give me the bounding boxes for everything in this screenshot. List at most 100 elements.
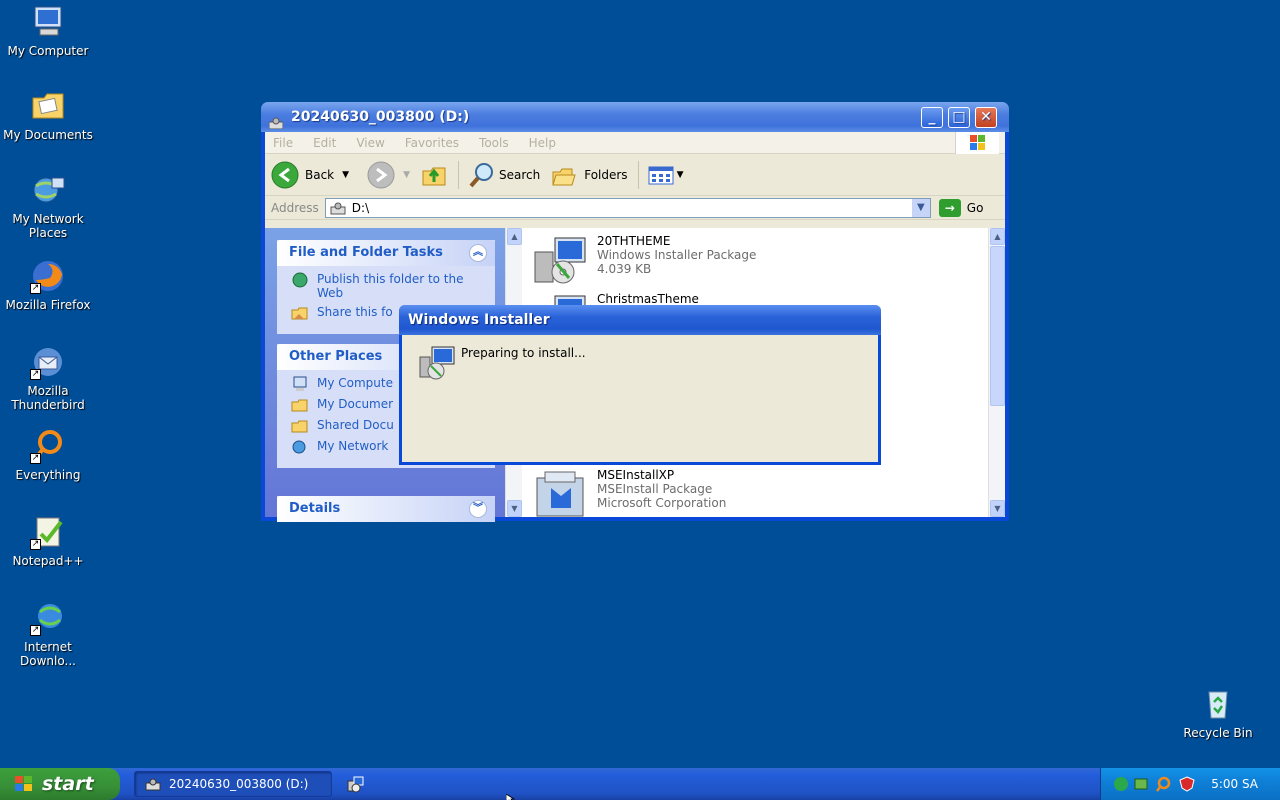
desktop-icon-recycle-bin[interactable]: Recycle Bin xyxy=(1170,686,1266,740)
search-button[interactable]: Search xyxy=(467,161,540,189)
taskbar: start 20240630_003800 (D:) 5:00 SA xyxy=(0,768,1280,800)
task-publish-web[interactable]: Publish this folder to the Web xyxy=(291,272,487,300)
installer-taskbar-icon[interactable] xyxy=(346,775,364,793)
scroll-down-icon[interactable]: ▼ xyxy=(507,500,522,517)
minimize-button[interactable]: _ xyxy=(921,107,943,128)
close-button[interactable]: ✕ xyxy=(975,107,997,128)
drive-icon xyxy=(330,202,346,214)
menu-edit[interactable]: Edit xyxy=(313,136,336,150)
expand-chevron-icon[interactable]: ︾ xyxy=(469,500,487,518)
dialog-message: Preparing to install... xyxy=(461,346,586,360)
desktop-icon-notepad-plus-plus[interactable]: ↗ Notepad++ xyxy=(0,514,96,568)
installer-package-icon xyxy=(531,234,589,286)
place-label: My Compute xyxy=(317,376,393,390)
taskbar-item-label: 20240630_003800 (D:) xyxy=(169,777,309,791)
desktop-icon-label: Mozilla Firefox xyxy=(5,298,91,312)
desktop-icon-label: Recycle Bin xyxy=(1183,726,1253,740)
start-button[interactable]: start xyxy=(0,768,120,800)
recycle-bin-icon xyxy=(1200,686,1236,722)
windows-installer-dialog: Windows Installer Preparing to install..… xyxy=(399,305,881,465)
back-label: Back xyxy=(305,167,335,182)
shortcut-arrow-icon: ↗ xyxy=(30,539,41,550)
address-dropdown-icon[interactable]: ▼ xyxy=(911,198,930,217)
collapse-chevron-icon[interactable]: ︽ xyxy=(469,244,487,262)
system-tray: 5:00 SA xyxy=(1100,768,1280,800)
file-name: ChristmasTheme xyxy=(597,292,699,306)
desktop-icon-everything[interactable]: ↗ Everything xyxy=(0,428,96,482)
go-button[interactable]: → Go xyxy=(938,198,984,217)
address-input[interactable]: D:\ ▼ xyxy=(324,197,931,218)
toolbar-separator xyxy=(457,160,459,189)
desktop-icon-my-network-places[interactable]: My Network Places xyxy=(0,172,96,240)
shortcut-arrow-icon: ↗ xyxy=(30,625,41,636)
shortcut-arrow-icon: ↗ xyxy=(30,283,41,294)
task-label: Publish this folder to the Web xyxy=(317,272,464,300)
scroll-down-icon[interactable]: ▼ xyxy=(990,500,1005,517)
list-item[interactable]: MSEInstallXP MSEInstall Package Microsof… xyxy=(531,468,726,520)
menu-view[interactable]: View xyxy=(356,136,384,150)
forward-button[interactable]: ▼ xyxy=(367,161,410,189)
views-button[interactable]: ▼ xyxy=(647,164,684,186)
desktop-icon-my-computer[interactable]: My Computer xyxy=(0,4,96,58)
go-label: Go xyxy=(966,200,984,215)
network-globe-icon xyxy=(292,440,306,454)
menu-favorites[interactable]: Favorites xyxy=(405,136,459,150)
window-titlebar[interactable]: 20240630_003800 (D:) _ □ ✕ xyxy=(261,102,1009,132)
file-name: 20THTHEME xyxy=(597,234,671,248)
mouse-cursor-icon xyxy=(506,794,516,800)
network-tray-icon[interactable] xyxy=(1113,776,1129,792)
menu-help[interactable]: Help xyxy=(529,136,556,150)
back-button[interactable]: Back ▼ xyxy=(271,161,349,189)
file-type: Windows Installer Package xyxy=(597,248,757,262)
search-label: Search xyxy=(498,167,541,182)
search-tray-icon[interactable] xyxy=(1155,776,1171,792)
dialog-titlebar[interactable]: Windows Installer xyxy=(399,305,881,335)
scroll-up-icon[interactable]: ▲ xyxy=(507,228,522,245)
desktop-icon-internet-download-manager[interactable]: ↗ Internet Downlo... xyxy=(0,600,96,668)
globe-icon xyxy=(292,272,308,288)
address-label: Address xyxy=(271,200,319,215)
taskbar-item-explorer[interactable]: 20240630_003800 (D:) xyxy=(134,771,332,797)
desktop-icon-label: Mozilla Thunderbird xyxy=(11,384,85,412)
menu-file[interactable]: File xyxy=(273,136,293,150)
network-connections-tray-icon[interactable] xyxy=(1133,776,1149,792)
computer-icon xyxy=(293,376,307,391)
chevron-down-icon[interactable]: ▼ xyxy=(342,170,349,180)
up-folder-button[interactable] xyxy=(420,161,448,189)
desktop-icon-my-documents[interactable]: My Documents xyxy=(0,88,96,142)
back-arrow-icon xyxy=(271,161,299,188)
folders-button[interactable]: Folders xyxy=(550,161,628,189)
folders-icon xyxy=(552,168,576,185)
shortcut-arrow-icon: ↗ xyxy=(30,369,41,380)
drive-icon xyxy=(268,110,284,130)
download-manager-globe-icon: ↗ xyxy=(30,600,66,636)
chevron-down-icon[interactable]: ▼ xyxy=(403,170,410,180)
security-shield-icon[interactable] xyxy=(1179,776,1195,792)
firefox-icon: ↗ xyxy=(30,258,66,294)
panel-header[interactable]: Details ︾ xyxy=(277,496,495,522)
scroll-up-icon[interactable]: ▲ xyxy=(990,228,1005,245)
windows-logo-icon xyxy=(955,132,999,154)
scroll-thumb[interactable] xyxy=(990,246,1005,406)
everything-search-icon: ↗ xyxy=(30,428,66,464)
list-item[interactable]: 20THTHEME Windows Installer Package 4.03… xyxy=(531,234,756,286)
panel-header[interactable]: File and Folder Tasks ︽ xyxy=(277,240,495,266)
place-label: Shared Docu xyxy=(317,418,394,432)
menu-tools[interactable]: Tools xyxy=(479,136,509,150)
panel-title: Details xyxy=(289,501,341,516)
file-type: MSEInstall Package xyxy=(597,482,713,496)
windows-flag-icon xyxy=(15,776,32,791)
share-folder-icon xyxy=(291,307,308,320)
documents-folder-icon xyxy=(291,399,308,412)
details-panel: Details ︾ xyxy=(277,496,495,522)
file-list-scrollbar[interactable]: ▲ ▼ xyxy=(988,228,1005,517)
menu-bar: File Edit View Favorites Tools Help xyxy=(265,132,1005,154)
chevron-down-icon: ▼ xyxy=(676,169,684,180)
desktop-icon-label: My Network Places xyxy=(12,212,84,240)
desktop-icon-mozilla-firefox[interactable]: ↗ Mozilla Firefox xyxy=(0,258,96,312)
panel-title: Other Places xyxy=(289,349,383,364)
desktop-icon-mozilla-thunderbird[interactable]: ↗ Mozilla Thunderbird xyxy=(0,344,96,412)
maximize-button[interactable]: □ xyxy=(948,107,970,128)
window-title: 20240630_003800 (D:) xyxy=(291,109,470,125)
desktop-icon-label: Internet Downlo... xyxy=(20,640,76,668)
